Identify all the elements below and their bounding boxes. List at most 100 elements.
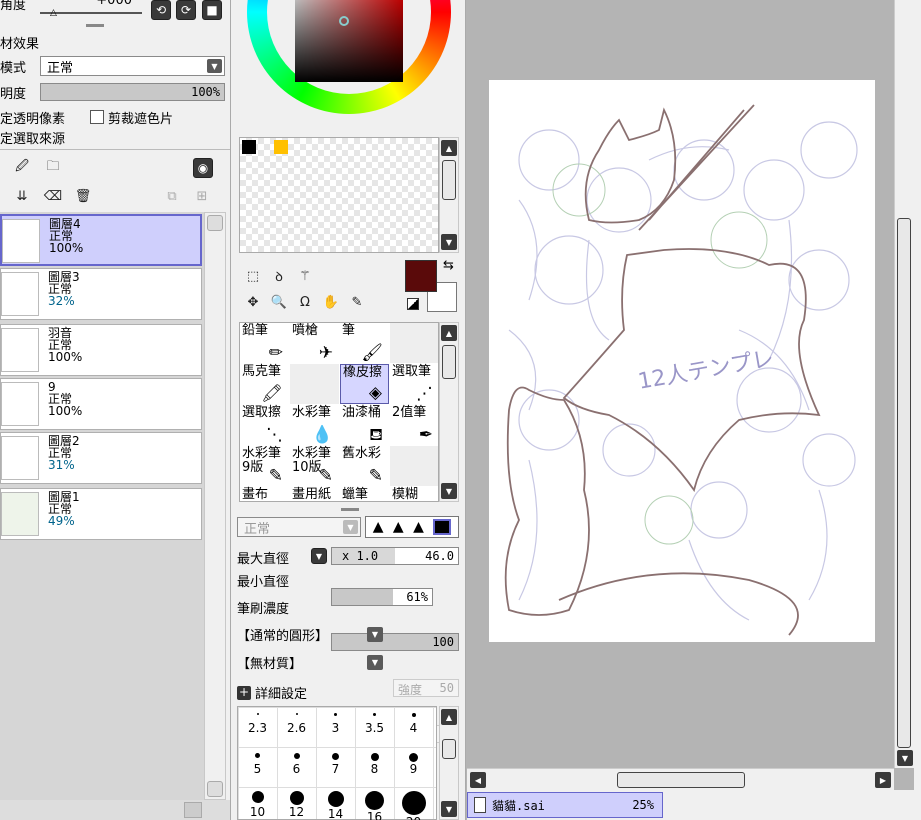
zoom-icon[interactable]: 🔍 xyxy=(269,292,289,312)
tool-airbrush[interactable]: 噴槍 ✈ xyxy=(290,323,339,363)
edge-soft-icon[interactable]: ▲ xyxy=(373,519,384,535)
layer-item[interactable]: 圖層1 正常 49% xyxy=(0,488,202,540)
scroll-thumb[interactable] xyxy=(442,739,456,759)
scroll-up-button[interactable]: ▲ xyxy=(441,140,457,156)
texture-select[interactable]: 【無材質】 ▼ xyxy=(237,653,387,673)
max-size-slider[interactable]: x 1.0 46.0 xyxy=(331,547,459,565)
brush-blend-select[interactable]: 正常 ▼ xyxy=(237,517,361,537)
clipping-checkbox[interactable] xyxy=(90,110,104,124)
tool-watercolor[interactable]: 水彩筆 💧 xyxy=(290,405,339,445)
primary-color[interactable] xyxy=(405,260,437,292)
preset-scrollbar[interactable]: ▲ ▼ xyxy=(439,706,459,820)
scroll-up-button[interactable] xyxy=(207,215,223,231)
tool-select-pen[interactable]: 選取筆 ⋰ xyxy=(390,364,438,404)
hand-icon[interactable]: ✋ xyxy=(321,292,341,312)
scroll-thumb[interactable] xyxy=(897,218,911,748)
canvas-horizontal-scrollbar[interactable]: ◀ ▶ xyxy=(467,768,894,790)
scroll-up-button[interactable]: ▲ xyxy=(441,709,457,725)
swatch-scrollbar[interactable]: ▲ ▼ xyxy=(439,137,459,253)
splitter-handle[interactable] xyxy=(341,508,359,511)
tool-blur[interactable]: 模糊 xyxy=(390,487,438,502)
tool-grid-scrollbar[interactable]: ▲ ▼ xyxy=(439,322,459,502)
magic-wand-icon[interactable]: ⚚ xyxy=(295,266,315,286)
layer-item[interactable]: 圖層4 正常 100% xyxy=(0,214,202,266)
tool-old-watercolor[interactable]: 舊水彩 ✎ xyxy=(340,446,389,486)
edge-medium-icon[interactable]: ▲ xyxy=(393,519,404,535)
tool-watercolor-9[interactable]: 水彩筆 9版 ✎ xyxy=(240,446,289,486)
opacity-slider[interactable]: 100% xyxy=(40,83,225,101)
merge-down-icon[interactable]: ⇊ xyxy=(12,186,32,206)
layer-item[interactable]: 9 正常 100% xyxy=(0,378,202,430)
swap-colors-icon[interactable]: ⇆ xyxy=(443,258,454,273)
brush-edge-selector[interactable]: ▲ ▲ ▲ xyxy=(365,516,459,538)
brush-size-preset[interactable]: 5 xyxy=(238,753,277,776)
brush-size-preset[interactable]: 3 xyxy=(316,713,355,735)
brush-size-preset[interactable]: 9 xyxy=(394,753,433,776)
brush-size-preset[interactable]: 16 xyxy=(355,791,394,820)
size-menu-button[interactable]: ▼ xyxy=(311,548,327,564)
edge-square-icon[interactable] xyxy=(433,519,452,535)
rotate-right-button[interactable]: ⟳ xyxy=(176,0,196,20)
brush-size-preset[interactable]: 8 xyxy=(355,753,394,776)
scroll-thumb[interactable] xyxy=(442,345,456,379)
scroll-thumb[interactable] xyxy=(617,772,745,788)
brush-size-preset[interactable]: 14 xyxy=(316,791,355,820)
tool-canvas[interactable]: 畫布 xyxy=(240,487,289,502)
swatch-yellow[interactable] xyxy=(274,140,288,154)
rotate-left-button[interactable]: ⟲ xyxy=(151,0,171,20)
copy-layer-icon[interactable]: ⧉ xyxy=(162,186,182,206)
brush-shape-select[interactable]: 【通常的圓形】 ▼ xyxy=(237,625,387,645)
tool-watercolor-10[interactable]: 水彩筆 10版 ✎ xyxy=(290,446,339,486)
scroll-right-button[interactable] xyxy=(184,802,202,818)
scroll-down-button[interactable]: ▼ xyxy=(441,483,457,499)
blend-mode-select[interactable]: 正常 ▼ xyxy=(40,56,225,76)
delete-layer-icon[interactable]: 🗑 xyxy=(73,186,93,206)
reset-rotation-button[interactable]: ■ xyxy=(202,0,222,20)
tool-brush[interactable]: 筆 🖌 xyxy=(340,323,389,363)
scroll-right-button[interactable]: ▶ xyxy=(875,772,891,788)
tool-bucket[interactable]: 油漆桶 ⛾ xyxy=(340,405,389,445)
tool-binary-pen[interactable]: 2值筆 ✒ xyxy=(390,405,438,445)
layer-item[interactable]: 圖層2 正常 31% xyxy=(0,432,202,484)
swatch-black[interactable] xyxy=(242,140,256,154)
rect-select-icon[interactable]: ⬚ xyxy=(243,266,263,286)
transparent-color-icon[interactable] xyxy=(407,298,419,310)
advanced-settings-toggle[interactable]: + 詳細設定 xyxy=(237,683,307,702)
layer-item[interactable]: 圖層3 正常 32% xyxy=(0,268,202,320)
edge-hard-icon[interactable]: ▲ xyxy=(413,519,424,535)
clear-layer-icon[interactable]: ⌫ xyxy=(43,186,63,206)
tool-marker[interactable]: 馬克筆 🖍 xyxy=(240,364,289,404)
brush-size-preset[interactable]: 10 xyxy=(238,791,277,819)
brush-size-preset[interactable]: 3.5 xyxy=(355,713,394,735)
color-wheel[interactable] xyxy=(247,0,451,114)
tool-eraser[interactable]: 橡皮擦 ◈ xyxy=(340,364,389,404)
new-folder-icon[interactable]: 🗀 xyxy=(43,158,63,178)
brush-size-preset[interactable]: 4 xyxy=(394,713,433,735)
brush-size-preset[interactable]: 7 xyxy=(316,753,355,776)
brush-size-preset[interactable]: 12 xyxy=(277,791,316,819)
move-icon[interactable]: ✥ xyxy=(243,292,263,312)
layer-item[interactable]: 羽音 正常 100% xyxy=(0,324,202,376)
drawing-canvas[interactable]: 12人テンプレ xyxy=(489,80,875,642)
saturation-value-square[interactable] xyxy=(295,0,403,82)
brush-size-preset[interactable]: 2.3 xyxy=(238,713,277,735)
scroll-down-button[interactable]: ▼ xyxy=(441,234,457,250)
rotate-icon[interactable]: Ω xyxy=(295,292,315,312)
eyedropper-icon[interactable]: ✎ xyxy=(347,292,367,312)
scroll-thumb[interactable] xyxy=(442,160,456,200)
angle-slider[interactable]: +000 △ xyxy=(40,0,142,18)
scroll-up-button[interactable]: ▲ xyxy=(441,325,457,341)
min-size-slider[interactable]: 61% xyxy=(331,588,433,606)
tool-drawing-paper[interactable]: 畫用紙 xyxy=(290,487,339,502)
document-tab[interactable]: 貓貓.sai 25% xyxy=(467,792,663,818)
tool-crayon[interactable]: 蠟筆 xyxy=(340,487,389,502)
scroll-down-button[interactable]: ▼ xyxy=(441,801,457,817)
shape-strength-slider[interactable]: 強度 50 xyxy=(393,679,459,697)
tool-select-eraser[interactable]: 選取擦 ⋱ xyxy=(240,405,289,445)
canvas-vertical-scrollbar[interactable]: ▼ xyxy=(894,0,914,768)
brush-size-preset[interactable]: 20 xyxy=(394,791,433,820)
brush-size-preset[interactable]: 6 xyxy=(277,753,316,776)
brush-size-preset[interactable]: 2.6 xyxy=(277,713,316,735)
layer-mask-icon[interactable]: ◉ xyxy=(193,158,213,178)
scroll-left-button[interactable]: ◀ xyxy=(470,772,486,788)
